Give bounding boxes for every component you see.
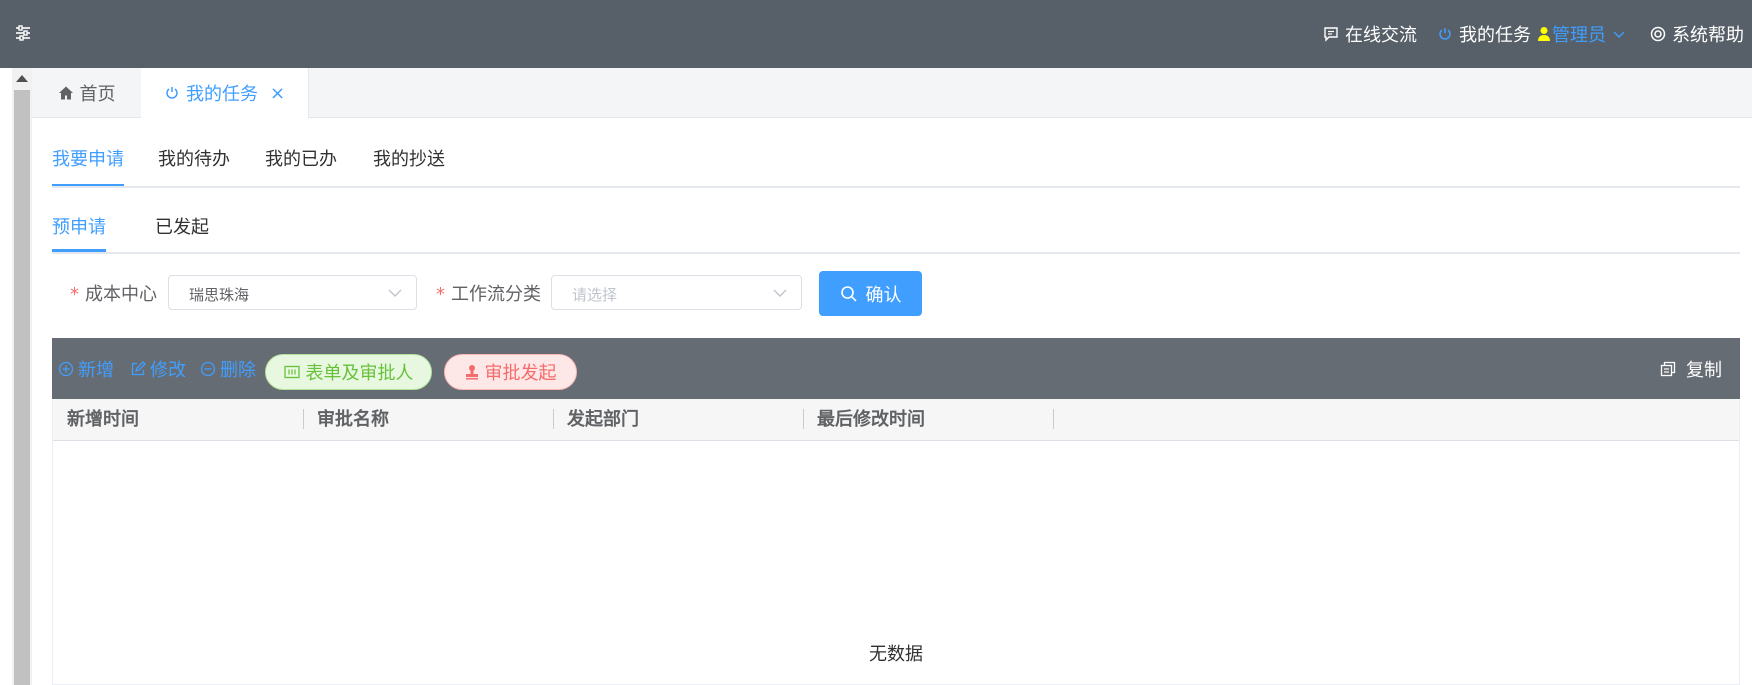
plus-circle-icon <box>58 361 74 376</box>
delete-label: 删除 <box>220 359 256 381</box>
online-chat-link[interactable]: 在线交流 <box>1323 21 1417 47</box>
tag-my-tasks-label: 我的任务 <box>185 84 258 105</box>
user-icon <box>1538 27 1550 41</box>
form-approver-label: 表单及审批人 <box>305 363 414 384</box>
chevron-down-icon <box>1613 31 1625 38</box>
edit-label: 修改 <box>150 359 186 381</box>
user-name: 管理员 <box>1552 25 1606 46</box>
power-icon <box>1439 28 1451 40</box>
column-header-approval-name[interactable]: 审批名称 <box>317 399 389 440</box>
power-icon <box>166 87 178 99</box>
cost-center-label-text: 成本中心 <box>85 284 157 305</box>
tag-home[interactable]: 首页 <box>32 68 142 117</box>
my-tasks-header-label: 我的任务 <box>1459 25 1531 46</box>
chat-icon <box>1324 27 1338 42</box>
chevron-down-icon <box>388 289 402 297</box>
cost-center-value: 瑞思珠海 <box>189 286 250 304</box>
copy-button[interactable]: 复制 <box>1660 338 1722 399</box>
tab-cc[interactable]: 我的抄送 <box>373 148 445 186</box>
system-help-label: 系统帮助 <box>1672 25 1744 46</box>
scroll-up-arrow-icon[interactable] <box>16 75 28 82</box>
tags-view-bar: 首页 我的任务 × <box>32 68 1752 118</box>
edit-icon <box>131 360 146 375</box>
confirm-label: 确认 <box>865 284 902 306</box>
tag-my-tasks[interactable]: 我的任务 × <box>141 68 309 118</box>
start-approval-label: 审批发起 <box>484 363 557 384</box>
delete-button[interactable]: 删除 <box>200 338 256 399</box>
minus-circle-icon <box>200 361 216 376</box>
column-resize-handle[interactable] <box>303 409 304 429</box>
user-menu[interactable]: 管理员 <box>1537 21 1632 47</box>
table-empty-state: 无数据 <box>53 440 1739 685</box>
column-header-department[interactable]: 发起部门 <box>567 399 639 440</box>
column-header-created-time[interactable]: 新增时间 <box>67 399 139 440</box>
add-button[interactable]: 新增 <box>58 338 114 399</box>
main-tabs: 我要申请 我的待办 我的已办 我的抄送 <box>52 148 1740 188</box>
search-icon <box>840 285 857 302</box>
top-navbar: 在线交流 我的任务 管理员 系统帮助 <box>0 0 1752 68</box>
column-resize-handle[interactable] <box>803 409 804 429</box>
table-toolbar: 新增 修改 删除 表单及审批人 审批发起 复制 <box>52 338 1740 399</box>
cost-center-label: * 成本中心 <box>70 280 157 306</box>
scrollbar-thumb[interactable] <box>14 90 30 685</box>
tab-initiated[interactable]: 已发起 <box>155 216 209 252</box>
edit-button[interactable]: 修改 <box>130 338 186 399</box>
start-approval-button[interactable]: 审批发起 <box>444 354 577 390</box>
confirm-button[interactable]: 确认 <box>819 271 922 316</box>
data-table: 新增时间 审批名称 发起部门 最后修改时间 无数据 <box>52 399 1740 685</box>
help-ring-icon <box>1650 26 1666 42</box>
tab-pre-apply[interactable]: 预申请 <box>52 216 106 252</box>
home-icon <box>58 86 73 99</box>
header-actions: 在线交流 我的任务 管理员 系统帮助 <box>1323 0 1744 68</box>
workflow-category-label: * 工作流分类 <box>436 280 541 306</box>
copy-label: 复制 <box>1686 359 1722 381</box>
close-icon[interactable]: × <box>270 83 285 104</box>
column-resize-handle[interactable] <box>1053 409 1054 429</box>
copy-icon <box>1660 361 1676 376</box>
sliders-icon[interactable] <box>14 24 32 42</box>
tag-home-label: 首页 <box>79 83 116 105</box>
required-mark: * <box>436 284 445 305</box>
workflow-category-select[interactable]: 请选择 <box>551 275 802 310</box>
cost-center-select[interactable]: 瑞思珠海 <box>168 275 417 310</box>
tab-apply[interactable]: 我要申请 <box>52 148 124 186</box>
form-icon <box>283 365 300 379</box>
empty-text: 无数据 <box>869 644 923 665</box>
workflow-category-placeholder: 请选择 <box>572 286 618 304</box>
stamp-icon <box>465 365 478 380</box>
online-chat-label: 在线交流 <box>1345 25 1417 46</box>
chevron-down-icon <box>773 289 787 297</box>
system-help-link[interactable]: 系统帮助 <box>1650 21 1744 47</box>
column-header-last-modified[interactable]: 最后修改时间 <box>817 399 925 440</box>
sub-tabs: 预申请 已发起 <box>52 216 1740 254</box>
tab-todo[interactable]: 我的待办 <box>158 148 230 186</box>
workflow-category-label-text: 工作流分类 <box>451 284 541 305</box>
column-resize-handle[interactable] <box>553 409 554 429</box>
sidebar-scrollbar[interactable] <box>12 68 32 685</box>
form-approver-button[interactable]: 表单及审批人 <box>265 354 432 390</box>
my-tasks-link[interactable]: 我的任务 <box>1437 21 1531 47</box>
required-mark: * <box>70 284 79 305</box>
add-label: 新增 <box>78 359 114 381</box>
tab-done[interactable]: 我的已办 <box>265 148 337 186</box>
table-header: 新增时间 审批名称 发起部门 最后修改时间 <box>53 399 1739 441</box>
